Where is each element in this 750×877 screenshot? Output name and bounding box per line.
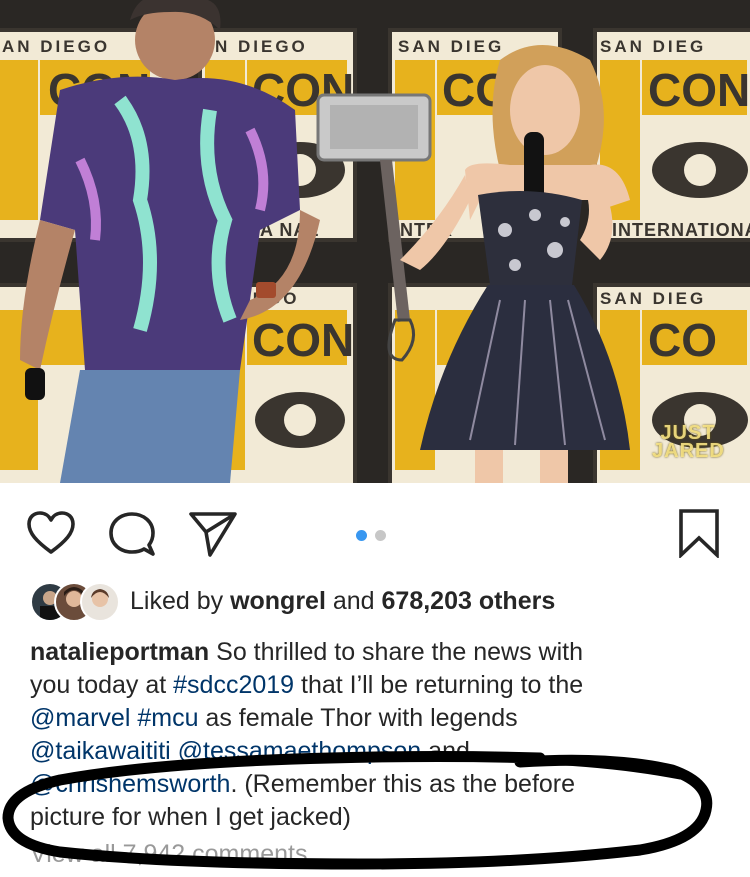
svg-text:N DIEGO: N DIEGO (215, 37, 308, 56)
post-photo[interactable]: CON CON CON CON CON CO AN DIEGO N DIEGO … (0, 0, 750, 483)
avatar[interactable] (80, 582, 120, 622)
heart-icon[interactable] (26, 510, 76, 556)
caption-text (171, 737, 178, 765)
svg-text:AN DIEGO: AN DIEGO (2, 37, 110, 56)
svg-text:INTERNATIONA: INTERNATIONA (612, 220, 750, 240)
svg-text:SAN DIEG: SAN DIEG (600, 289, 706, 308)
caption-text: and (421, 737, 470, 765)
liker-username[interactable]: wongrel (230, 587, 326, 615)
caption-text: . (Remember this as the before (230, 770, 576, 798)
caption-line: @marvel #mcu as female Thor with legends (30, 702, 720, 735)
caption-line: natalieportman So thrilled to share the … (30, 636, 720, 669)
photo-image: CON CON CON CON CON CO AN DIEGO N DIEGO … (0, 0, 750, 483)
view-all-comments-link[interactable]: View all 7,942 comments (30, 840, 307, 869)
caption-line: you today at #sdcc2019 that I’ll be retu… (30, 669, 720, 702)
caption-text: picture for when I get jacked) (30, 803, 351, 831)
comment-icon[interactable] (108, 510, 156, 558)
mention-link[interactable]: @tessamaethompson (178, 737, 422, 765)
svg-text:SAN DIEG: SAN DIEG (600, 37, 706, 56)
mention-link[interactable]: @marvel (30, 704, 130, 732)
caption-text: So thrilled to share the news with (209, 638, 584, 666)
caption-username[interactable]: natalieportman (30, 638, 209, 666)
hashtag-link[interactable]: #sdcc2019 (173, 671, 294, 699)
mention-link[interactable]: @chrishemsworth (30, 770, 230, 798)
paper-plane-icon[interactable] (188, 510, 238, 558)
watermark-text: JUST JARED (652, 422, 725, 462)
likes-prefix: Liked by (130, 587, 231, 615)
caption-text: as female Thor with legends (198, 704, 518, 732)
caption-line: @taikawaititi @tessamaethompson and (30, 735, 720, 768)
carousel-dot-active (356, 530, 367, 541)
svg-text:CON: CON (252, 314, 354, 366)
likes-summary[interactable]: Liked by wongrel and 678,203 others (130, 587, 555, 616)
post-caption: natalieportman So thrilled to share the … (30, 636, 720, 834)
bookmark-icon[interactable] (677, 508, 721, 558)
caption-text: you today at (30, 671, 174, 699)
likes-row: Liked by wongrel and 678,203 others (30, 582, 730, 622)
svg-text:CO: CO (648, 314, 717, 366)
carousel-dot (375, 530, 386, 541)
hashtag-link[interactable]: #mcu (137, 704, 198, 732)
caption-text: that I’ll be returning to the (294, 671, 584, 699)
liker-avatars[interactable] (30, 582, 120, 622)
mention-link[interactable]: @taikawaititi (30, 737, 171, 765)
svg-text:SAN DIEG: SAN DIEG (398, 37, 504, 56)
caption-line: picture for when I get jacked) (30, 801, 720, 834)
carousel-indicator (356, 530, 392, 542)
likes-middle: and (325, 587, 382, 615)
post-action-bar (0, 500, 750, 564)
svg-text:CON: CON (648, 64, 750, 116)
likes-count[interactable]: 678,203 others (382, 587, 556, 615)
caption-line: @chrishemsworth. (Remember this as the b… (30, 768, 720, 801)
